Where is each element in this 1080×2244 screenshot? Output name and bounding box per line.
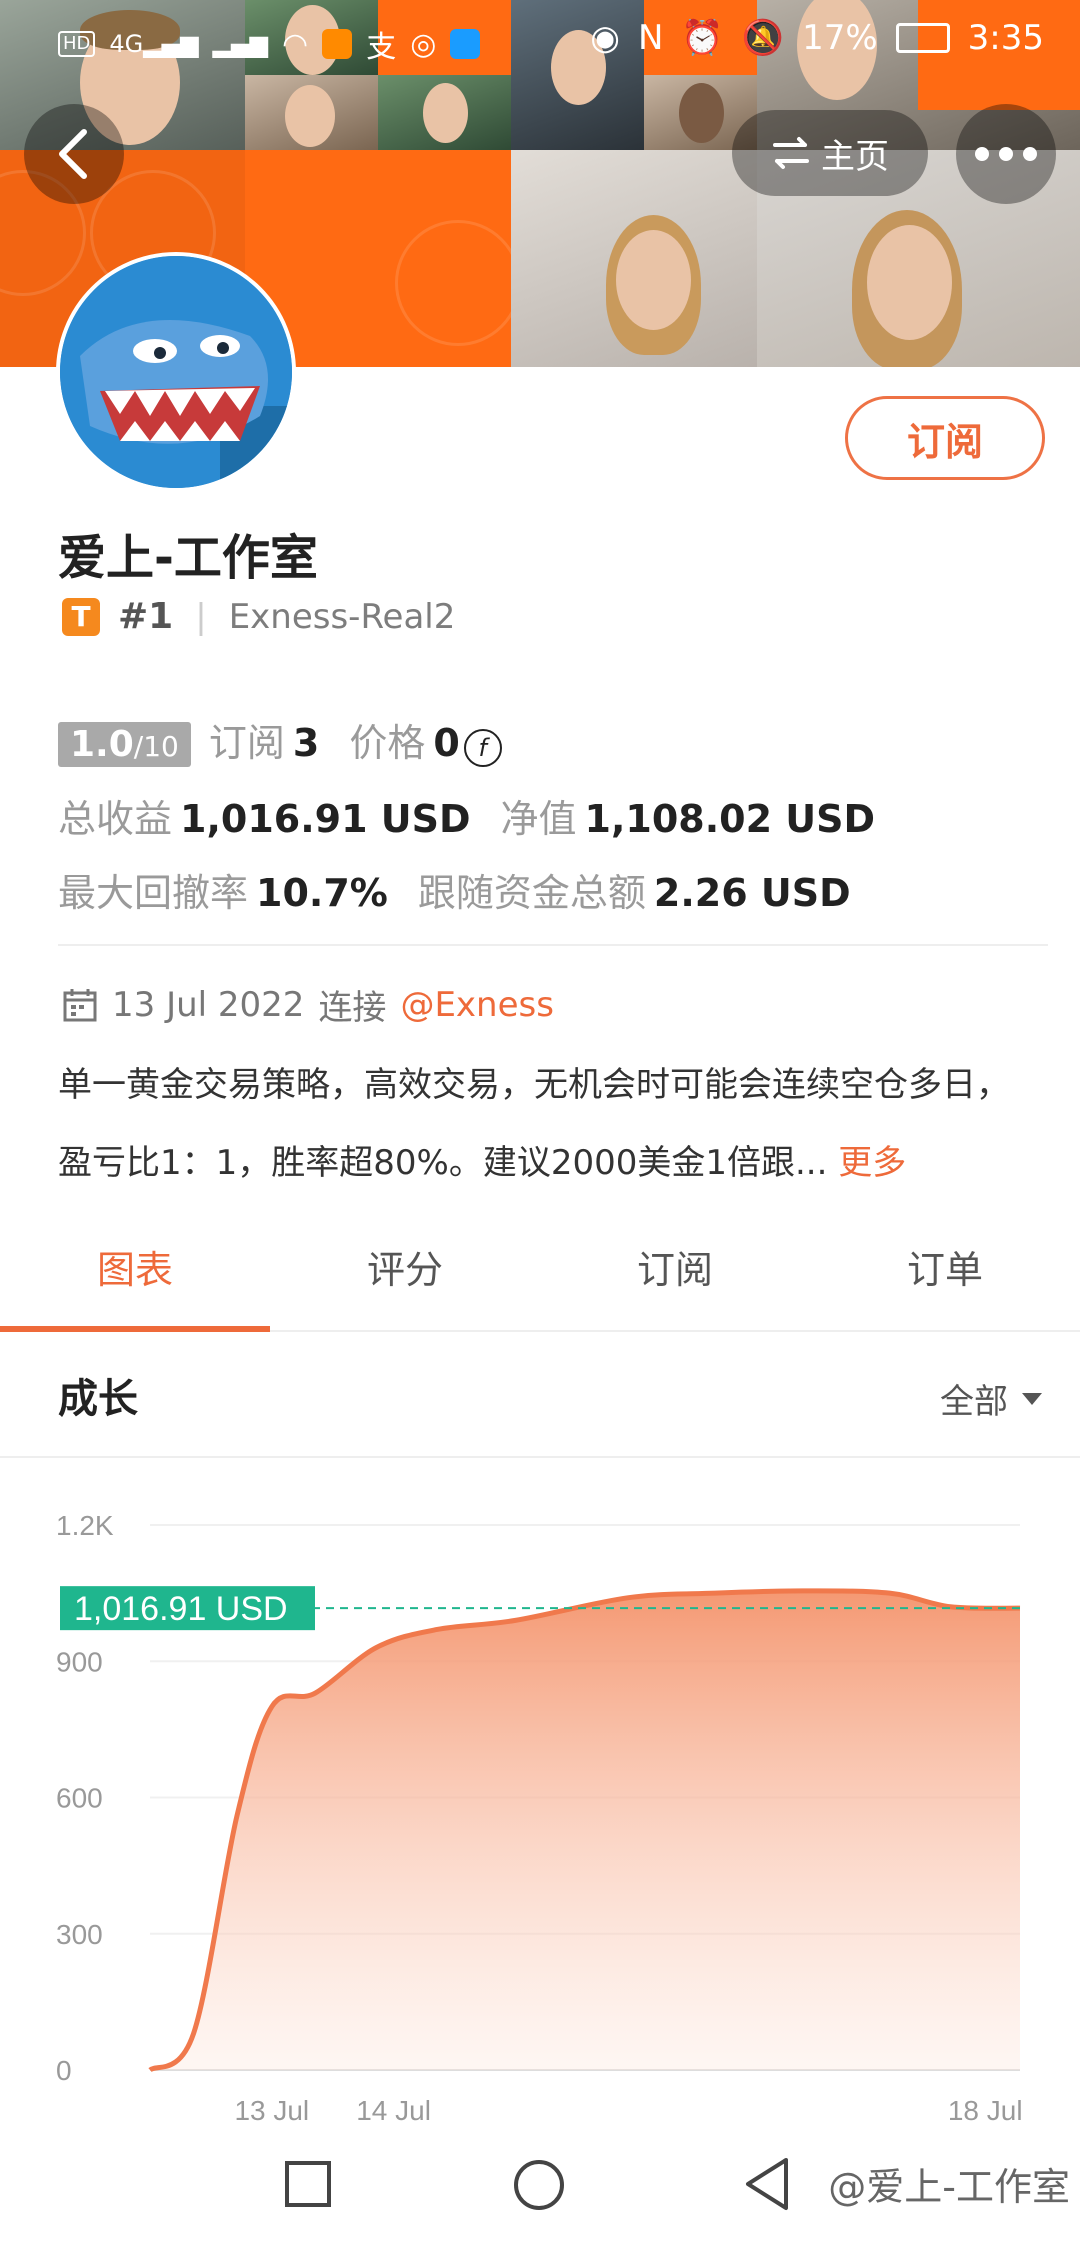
subscribers-label: 订阅 xyxy=(208,721,285,765)
wifi-icon: ◠ xyxy=(282,26,309,62)
shark-avatar-image xyxy=(60,256,292,488)
y-tick-label: 900 xyxy=(56,1646,103,1677)
x-tick-label: 13 Jul xyxy=(234,2095,309,2126)
range-filter-label: 全部 xyxy=(940,1382,1008,1422)
alarm-icon: ⏰ xyxy=(681,18,724,58)
stats-row-1: 1.0/10 订阅 3 价格 0 f xyxy=(58,712,502,767)
max-drawdown-label: 最大回撤率 xyxy=(58,871,249,915)
mute-icon: 🔕 xyxy=(741,18,785,58)
total-profit-value: 1,016.91 USD xyxy=(180,797,471,841)
total-profit-label: 总收益 xyxy=(58,797,173,841)
broker-link[interactable]: @Exness xyxy=(400,985,554,1025)
growth-title: 成长 xyxy=(58,1376,138,1422)
alipay-icon: 支 xyxy=(366,30,397,65)
server-name: Exness-Real2 xyxy=(228,596,456,637)
eye-icon: ◉ xyxy=(590,18,620,58)
signal-4g-icon: 4G▂▄▆ xyxy=(109,30,199,58)
tab-chart[interactable]: 图表 xyxy=(0,1230,270,1332)
x-tick-label: 14 Jul xyxy=(356,2095,431,2126)
score-max: /10 xyxy=(133,730,179,763)
connection-row: 13 Jul 2022 连接 @Exness xyxy=(62,980,554,1029)
stats-row-3: 最大回撤率 10.7% 跟随资金总额 2.26 USD xyxy=(58,862,881,917)
clock: 3:35 xyxy=(967,18,1044,58)
battery-percent: 17% xyxy=(802,18,878,58)
rank: #1 xyxy=(118,596,174,637)
currency-coin-icon: f xyxy=(463,729,502,767)
y-tick-label: 300 xyxy=(56,1919,103,1950)
avatar xyxy=(56,252,296,492)
connect-date: 13 Jul 2022 xyxy=(112,984,305,1025)
tab-rating[interactable]: 评分 xyxy=(270,1230,540,1330)
home-label: 主页 xyxy=(821,136,889,177)
chevron-left-icon xyxy=(59,129,87,179)
tab-orders[interactable]: 订单 xyxy=(810,1230,1080,1330)
browser-icon: ◎ xyxy=(410,26,437,62)
divider xyxy=(0,1456,1080,1458)
nfc-icon: N xyxy=(637,18,664,58)
x-axis-ticks: 13 Jul 14 Jul 18 Jul xyxy=(234,2095,1022,2126)
status-bar: HD 4G▂▄▆ ▂▄▆ ◠ 支 ◎ ◉ N ⏰ 🔕 17% 3:35 xyxy=(0,0,1080,80)
tab-bar: 图表 评分 订阅 订单 xyxy=(0,1230,1080,1332)
tab-subscribe[interactable]: 订阅 xyxy=(540,1230,810,1330)
home-icon[interactable] xyxy=(512,2158,566,2212)
more-link[interactable]: 更多 xyxy=(838,1143,906,1183)
price-value: 0 xyxy=(433,721,460,765)
y-tick-label: 1.2K xyxy=(56,1510,114,1541)
trader-badge-icon: T xyxy=(62,597,100,636)
equity-label: 净值 xyxy=(500,797,577,841)
more-options-button[interactable] xyxy=(956,104,1056,204)
calendar-icon xyxy=(63,988,97,1021)
score-value: 1.0 xyxy=(70,724,134,765)
score-badge: 1.0/10 xyxy=(58,722,191,767)
search-app-icon xyxy=(450,29,481,59)
strategy-name: 爱上-工作室 xyxy=(58,530,318,586)
watermark: @爱上-工作室 xyxy=(828,2165,1070,2209)
max-drawdown-value: 10.7% xyxy=(256,871,388,915)
banner-photo-3 xyxy=(245,75,378,150)
battery-icon xyxy=(895,23,950,53)
equity-value: 1,108.02 USD xyxy=(584,797,876,841)
stats-row-2: 总收益 1,016.91 USD 净值 1,108.02 USD xyxy=(58,788,905,843)
hd-icon: HD xyxy=(58,31,96,57)
followers-funds-label: 跟随资金总额 xyxy=(417,871,646,915)
y-tick-label: 0 xyxy=(56,2055,72,2086)
signal-icon: ▂▄▆ xyxy=(212,30,269,58)
separator: | xyxy=(195,596,207,637)
subscribe-button[interactable]: 订阅 xyxy=(845,396,1045,480)
x-tick-label: 18 Jul xyxy=(948,2095,1023,2126)
back-nav-icon[interactable] xyxy=(742,2156,792,2212)
range-filter-dropdown[interactable]: 全部 xyxy=(940,1374,1044,1423)
swap-icon xyxy=(773,137,809,169)
app-icon xyxy=(322,29,353,59)
y-tick-label: 600 xyxy=(56,1783,103,1814)
home-switch-button[interactable]: 主页 xyxy=(732,110,928,196)
followers-funds-value: 2.26 USD xyxy=(653,871,851,915)
growth-area xyxy=(150,1590,1020,2070)
growth-chart: 1,016.91 USD 0 300 600 900 1.2K 13 Jul 14 Jul… xyxy=(56,1510,1023,2126)
current-value-label: 1,016.91 USD xyxy=(74,1590,288,1628)
divider xyxy=(58,944,1048,946)
price-label: 价格 xyxy=(349,721,426,765)
back-button[interactable] xyxy=(24,104,124,204)
banner-photo-4 xyxy=(378,75,511,150)
recent-apps-icon[interactable] xyxy=(284,2160,332,2208)
strategy-description: 单一黄金交易策略，高效交易，无机会时可能会连续空仓多日，盈亏比1：1，胜率超80… xyxy=(58,1046,1028,1202)
caret-down-icon xyxy=(1022,1392,1042,1405)
subscribers-value: 3 xyxy=(292,721,320,765)
connect-label: 连接 xyxy=(318,988,387,1028)
more-icon xyxy=(975,147,1037,161)
rank-row: T #1 | Exness-Real2 xyxy=(62,596,455,637)
banner-photo-7 xyxy=(511,150,757,367)
